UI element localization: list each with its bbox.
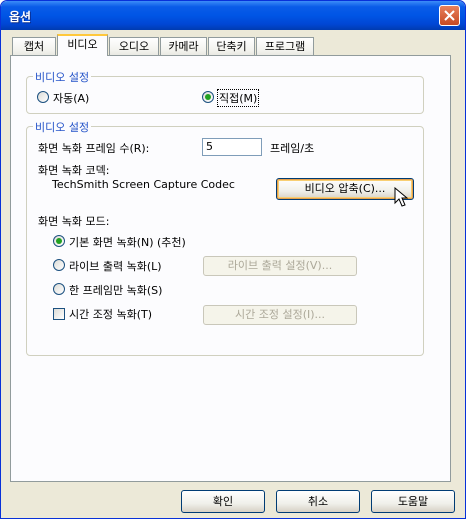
video-settings-group-1: 비디오 설정 자동(A) 직접(M)	[26, 69, 424, 114]
tab-shortcuts[interactable]: 단축키	[208, 37, 255, 55]
fps-input[interactable]: 5	[202, 138, 262, 156]
help-button[interactable]: 도움말	[371, 490, 455, 513]
group-2-legend: 비디오 설정	[33, 119, 92, 135]
radio-selected-dot	[205, 94, 211, 100]
codec-name: TechSmith Screen Capture Codec	[52, 178, 235, 191]
video-tab-panel: 비디오 설정 자동(A) 직접(M) 비디오 설정 화면 녹화 프레임 수(R)…	[10, 55, 451, 482]
auto-radio[interactable]	[37, 91, 49, 103]
ok-button[interactable]: 확인	[181, 490, 265, 513]
live-mode-radio[interactable]	[53, 259, 65, 271]
tab-video[interactable]: 비디오	[57, 34, 108, 56]
tab-program[interactable]: 프로그램	[256, 37, 314, 55]
video-settings-group-2: 비디오 설정 화면 녹화 프레임 수(R): 5 프레임/초 화면 녹화 코덱:…	[26, 119, 424, 356]
live-mode-label[interactable]: 라이브 출력 녹화(L)	[69, 258, 162, 274]
time-adjust-label[interactable]: 시간 조정 녹화(T)	[69, 306, 152, 322]
direct-radio[interactable]	[202, 91, 214, 103]
record-mode-label: 화면 녹화 모드:	[38, 215, 110, 228]
title-bar[interactable]: 옵션	[1, 1, 465, 30]
options-dialog: 옵션 캡처 비디오 오디오 카메라 단축키 프로그램 비디오 설정 자동(A) …	[0, 0, 466, 519]
basic-mode-radio[interactable]	[53, 235, 65, 247]
single-frame-radio[interactable]	[53, 283, 65, 295]
direct-label[interactable]: 직접(M)	[217, 89, 260, 107]
cancel-button[interactable]: 취소	[276, 490, 360, 513]
tab-capture[interactable]: 캡처	[12, 37, 56, 55]
live-settings-button[interactable]: 라이브 출력 설정(V)...	[203, 256, 357, 276]
time-settings-button[interactable]: 시간 조정 설정(I)...	[203, 305, 357, 325]
fps-label: 화면 녹화 프레임 수(R):	[38, 142, 150, 155]
tab-camera[interactable]: 카메라	[160, 37, 207, 55]
fps-unit: 프레임/초	[270, 142, 315, 155]
group-1-legend: 비디오 설정	[33, 69, 92, 85]
auto-label[interactable]: 자동(A)	[53, 90, 89, 106]
time-adjust-checkbox[interactable]	[53, 308, 65, 320]
codec-label: 화면 녹화 코덱:	[38, 164, 110, 177]
close-button[interactable]	[439, 5, 460, 26]
mouse-pointer-icon	[394, 187, 409, 207]
basic-mode-label[interactable]: 기본 화면 녹화(N) (추천)	[69, 234, 186, 250]
close-icon	[444, 10, 455, 21]
tab-audio[interactable]: 오디오	[109, 37, 159, 55]
radio-selected-dot	[56, 238, 62, 244]
single-frame-label[interactable]: 한 프레임만 녹화(S)	[69, 282, 162, 298]
dialog-client: 캡처 비디오 오디오 카메라 단축키 프로그램 비디오 설정 자동(A) 직접(…	[4, 30, 462, 516]
window-title: 옵션	[9, 10, 32, 24]
